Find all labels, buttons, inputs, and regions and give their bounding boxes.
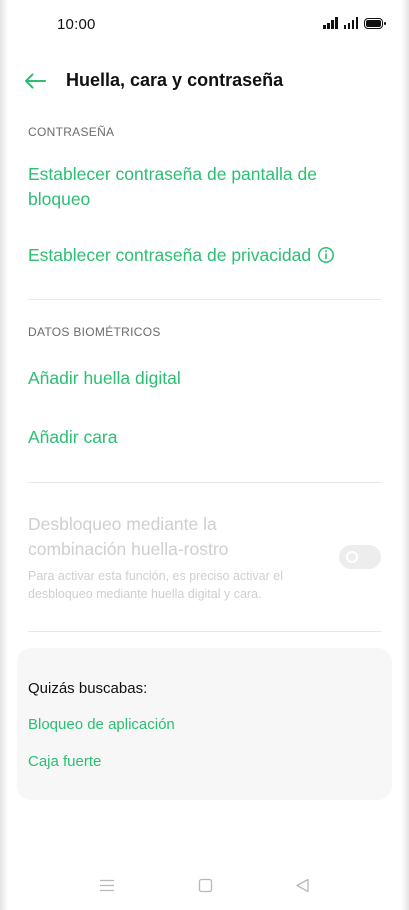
section-header-password: CONTRASEÑA: [28, 125, 115, 139]
info-circle-icon[interactable]: [317, 246, 335, 271]
lock-screen-password-item[interactable]: Establecer contraseña de pantalla de blo…: [28, 162, 381, 212]
back-button[interactable]: [22, 68, 48, 94]
combo-unlock-description: Para activar esta función, es preciso ac…: [28, 569, 283, 601]
divider: [28, 299, 381, 300]
page-title: Huella, cara y contraseña: [66, 70, 284, 90]
signal-icon: [323, 17, 338, 29]
signal-icon-2: [343, 17, 358, 29]
section-header-biometrics: DATOS BIOMÉTRICOS: [28, 325, 161, 339]
suggestion-app-lock[interactable]: Bloqueo de aplicación: [28, 716, 175, 733]
menu-icon[interactable]: [98, 877, 116, 893]
suggestion-safe-box[interactable]: Caja fuerte: [28, 753, 101, 770]
status-bar: 10:00: [0, 0, 409, 50]
suggestions-card: Quizás buscabas: Bloqueo de aplicación C…: [17, 648, 392, 800]
navigation-bar: [0, 870, 409, 900]
privacy-password-label: Establecer contraseña de privacidad: [28, 245, 312, 265]
triangle-back-icon[interactable]: [293, 877, 311, 893]
phone-screen: 10:00 Huella, cara y contraseña CONTRASE…: [0, 0, 409, 910]
arrow-left-icon: [25, 73, 46, 89]
divider: [28, 482, 381, 483]
privacy-password-item[interactable]: Establecer contraseña de privacidad: [28, 243, 381, 271]
status-icons: [323, 17, 386, 29]
toggle-knob: [346, 551, 358, 563]
status-time: 10:00: [57, 16, 96, 33]
suggestions-title: Quizás buscabas:: [28, 680, 148, 697]
add-face-item[interactable]: Añadir cara: [28, 425, 381, 450]
toolbar: Huella, cara y contraseña: [0, 60, 409, 102]
combo-unlock-toggle[interactable]: [339, 545, 381, 569]
square-icon[interactable]: [196, 877, 214, 893]
battery-icon: [364, 17, 386, 29]
add-fingerprint-item[interactable]: Añadir huella digital: [28, 366, 381, 391]
combo-unlock-title: Desbloqueo mediante la combinación huell…: [28, 514, 229, 559]
divider: [28, 631, 381, 632]
